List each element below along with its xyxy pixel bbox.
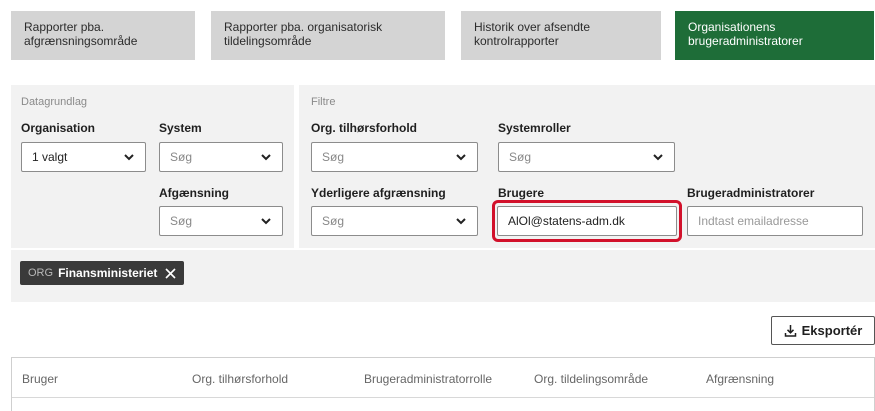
chip-name: Finansministeriet [58,266,158,280]
tab-label-line2: brugeradministratorer [688,34,803,48]
chevron-down-icon [261,154,271,161]
brugere-label: Brugere [498,186,545,200]
export-button[interactable]: Eksportér [771,316,875,345]
column-header-org-tilhoersforhold[interactable]: Org. tilhørsforhold [192,372,288,386]
organisation-select[interactable]: 1 valgt [21,142,146,172]
systemroller-label: Systemroller [498,121,571,135]
download-icon [784,325,796,337]
system-label: System [159,121,202,135]
org-tilhoersforhold-select[interactable]: Søg [311,142,478,172]
column-header-afgraensning[interactable]: Afgrænsning [706,372,774,386]
yderligere-label: Yderligere afgrænsning [311,186,446,200]
systemroller-placeholder: Søg [509,150,532,164]
filtre-panel: Filtre Org. tilhørsforhold Systemroller … [299,85,875,248]
brugere-input[interactable]: AlOl@statens-adm.dk [497,206,677,236]
tab-label-line1: Historik over afsendte [474,20,591,34]
chevron-down-icon [124,154,134,161]
yderligere-placeholder: Søg [322,214,345,228]
chevron-down-icon [261,218,271,225]
users-table: Bruger Org. tilhørsforhold Brugeradminis… [11,357,875,411]
system-select[interactable]: Søg [159,142,283,172]
org-tilhoersforhold-placeholder: Søg [322,150,345,164]
chevron-down-icon [456,154,466,161]
selected-filters-area: ORG Finansministeriet [11,250,875,302]
datagrundlag-panel: Datagrundlag Organisation System 1 valgt… [11,85,294,248]
organisation-chip: ORG Finansministeriet [20,261,185,285]
tab-label-line2: tildelingsområde [224,34,312,48]
export-label: Eksportér [801,323,863,338]
close-icon[interactable] [165,267,176,279]
organisation-select-value: 1 valgt [32,150,68,164]
tab-brugeradministratorer[interactable]: Organisationens brugeradministratorer [675,11,874,60]
systemroller-select[interactable]: Søg [498,142,675,172]
org-tilhoersforhold-label: Org. tilhørsforhold [311,121,417,135]
tab-label-line2: afgrænsningsområde [24,34,138,48]
tab-label-line2: kontrolrapporter [474,34,559,48]
column-header-brugeradministratorrolle[interactable]: Brugeradministratorrolle [364,372,492,386]
system-select-placeholder: Søg [170,150,193,164]
tab-label-line1: Rapporter pba. organisatorisk [224,20,383,34]
tab-label-line1: Rapporter pba. [24,20,105,34]
afgraensning-label: Afgænsning [159,186,229,200]
column-header-bruger[interactable]: Bruger [22,372,58,386]
chevron-down-icon [653,154,663,161]
brugeradministratorer-input[interactable]: Indtast emailadresse [687,206,863,236]
column-header-org-tildelingsomraade[interactable]: Org. tildelingsområde [534,372,648,386]
chip-tag: ORG [28,267,54,279]
tab-afgraensningsomraade[interactable]: Rapporter pba. afgrænsningsområde [11,11,195,60]
datagrundlag-title: Datagrundlag [21,96,88,108]
tab-historik-kontrolrapporter[interactable]: Historik over afsendte kontrolrapporter [461,11,661,60]
table-header-divider [12,397,874,398]
afgraensning-select[interactable]: Søg [159,206,283,236]
organisation-label: Organisation [21,121,96,135]
afgraensning-select-placeholder: Søg [170,214,193,228]
yderligere-select[interactable]: Søg [311,206,478,236]
tab-organisatorisk-tildelingsomraade[interactable]: Rapporter pba. organisatorisk tildelings… [211,11,445,60]
filtre-title: Filtre [311,96,336,108]
chevron-down-icon [456,218,466,225]
brugeradministratorer-label: Brugeradministratorer [687,186,815,200]
tab-label-line1: Organisationens [688,20,776,34]
